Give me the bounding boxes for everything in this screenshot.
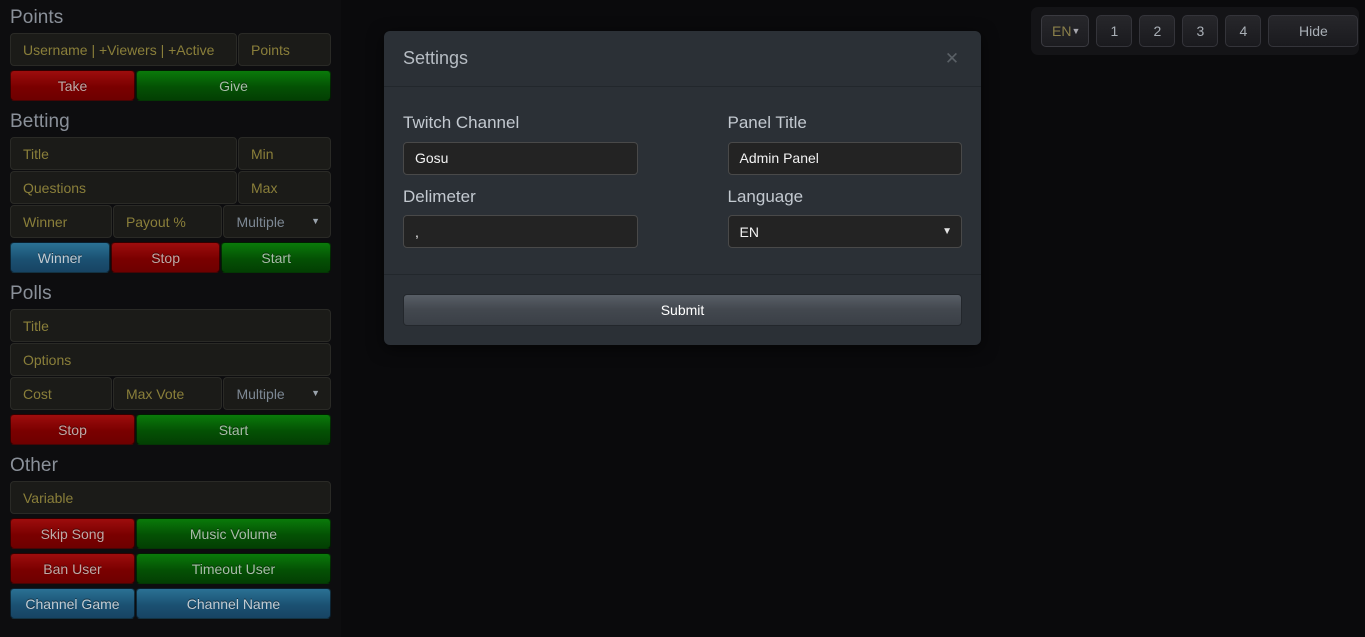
polls-title-input[interactable]: Title	[10, 309, 331, 342]
betting-title-input[interactable]: Title	[10, 137, 237, 170]
betting-title-row: Title Min	[10, 137, 331, 170]
delimeter-field: Delimeter ,	[403, 179, 638, 248]
chevron-down-icon: ▼	[942, 226, 952, 237]
polls-start-button[interactable]: Start	[135, 414, 331, 445]
language-select-value: EN	[739, 223, 759, 240]
chevron-down-icon: ▼	[1071, 26, 1081, 36]
section-heading-points: Points	[10, 7, 64, 28]
polls-button-row: Stop Start	[10, 414, 331, 445]
close-icon[interactable]: ✕	[942, 50, 962, 67]
delimeter-label: Delimeter	[403, 186, 476, 206]
control-sidebar: Points Username | +Viewers | +Active Poi…	[0, 0, 341, 637]
page-button-2[interactable]: 2	[1139, 15, 1176, 47]
betting-questions-row: Questions Max	[10, 171, 331, 204]
section-heading-polls: Polls	[10, 283, 52, 304]
channel-name-button[interactable]: Channel Name	[135, 588, 331, 619]
betting-start-button[interactable]: Start	[221, 242, 331, 273]
betting-max-input[interactable]: Max	[238, 171, 331, 204]
panel-title-field: Panel Title Admin Panel	[727, 105, 962, 175]
skip-song-button[interactable]: Skip Song	[10, 518, 135, 549]
language-field: Language EN ▼	[727, 179, 962, 248]
points-input-row: Username | +Viewers | +Active Points	[10, 33, 331, 66]
polls-options-row: Options	[10, 343, 331, 376]
betting-multiple-select[interactable]: Multiple ▼	[223, 205, 331, 238]
submit-button[interactable]: Submit	[403, 294, 962, 326]
other-button-row-3: Channel Game Channel Name	[10, 588, 331, 619]
delimeter-input[interactable]: ,	[403, 215, 638, 248]
polls-multiple-select-value: Multiple	[236, 385, 285, 402]
betting-payout-input[interactable]: Payout %	[112, 205, 223, 238]
polls-cost-input[interactable]: Cost	[10, 377, 112, 410]
settings-modal-body: Twitch Channel Gosu Panel Title Admin Pa…	[384, 87, 981, 275]
toolbar-language-value: EN	[1052, 23, 1072, 39]
language-label: Language	[727, 186, 804, 206]
settings-modal-header: Settings ✕	[384, 31, 981, 87]
username-input[interactable]: Username | +Viewers | +Active	[10, 33, 237, 66]
twitch-channel-label: Twitch Channel	[403, 113, 520, 132]
variable-input[interactable]: Variable	[10, 481, 331, 514]
polls-cost-row: Cost Max Vote Multiple ▼	[10, 377, 331, 410]
polls-options-input[interactable]: Options	[10, 343, 331, 376]
polls-stop-button[interactable]: Stop	[10, 414, 135, 445]
chevron-down-icon: ▼	[311, 216, 320, 226]
give-points-button[interactable]: Give	[135, 70, 331, 101]
other-variable-row: Variable	[10, 481, 331, 514]
betting-button-row: Winner Stop Start	[10, 242, 331, 273]
betting-multiple-select-value: Multiple	[236, 213, 285, 230]
polls-multiple-select[interactable]: Multiple ▼	[223, 377, 331, 410]
section-heading-other: Other	[10, 455, 59, 476]
other-button-row-2: Ban User Timeout User	[10, 553, 331, 584]
betting-min-input[interactable]: Min	[238, 137, 331, 170]
twitch-channel-field: Twitch Channel Gosu	[403, 105, 638, 175]
points-amount-input[interactable]: Points	[238, 33, 331, 66]
points-button-row: Take Give	[10, 70, 331, 101]
ban-user-button[interactable]: Ban User	[10, 553, 135, 584]
settings-modal-title: Settings	[403, 48, 469, 68]
polls-max-vote-input[interactable]: Max Vote	[112, 377, 223, 410]
panel-title-label: Panel Title	[727, 113, 807, 132]
page-button-1[interactable]: 1	[1096, 15, 1133, 47]
betting-winner-button[interactable]: Winner	[10, 242, 110, 273]
chevron-down-icon: ▼	[311, 388, 320, 398]
hide-button[interactable]: Hide	[1268, 15, 1359, 47]
betting-winner-row: Winner Payout % Multiple ▼	[10, 205, 331, 238]
polls-title-row: Title	[10, 309, 331, 342]
section-heading-betting: Betting	[10, 111, 70, 132]
take-points-button[interactable]: Take	[10, 70, 135, 101]
top-right-toolbar: EN ▼ 1 2 3 4 Hide	[1031, 7, 1359, 55]
panel-title-input[interactable]: Admin Panel	[727, 141, 962, 175]
music-volume-button[interactable]: Music Volume	[135, 518, 331, 549]
other-button-row-1: Skip Song Music Volume	[10, 518, 331, 549]
language-select[interactable]: EN ▼	[727, 215, 962, 248]
settings-modal: Settings ✕ Twitch Channel Gosu Panel Tit…	[384, 31, 981, 345]
page-button-4[interactable]: 4	[1225, 15, 1262, 47]
channel-game-button[interactable]: Channel Game	[10, 588, 135, 619]
betting-winner-input[interactable]: Winner	[10, 205, 112, 238]
timeout-user-button[interactable]: Timeout User	[135, 553, 331, 584]
page-button-3[interactable]: 3	[1182, 15, 1219, 47]
settings-modal-footer: Submit	[384, 275, 981, 345]
betting-questions-input[interactable]: Questions	[10, 171, 237, 204]
toolbar-language-select[interactable]: EN ▼	[1041, 15, 1090, 47]
twitch-channel-input[interactable]: Gosu	[403, 141, 638, 175]
betting-stop-button[interactable]: Stop	[110, 242, 221, 273]
